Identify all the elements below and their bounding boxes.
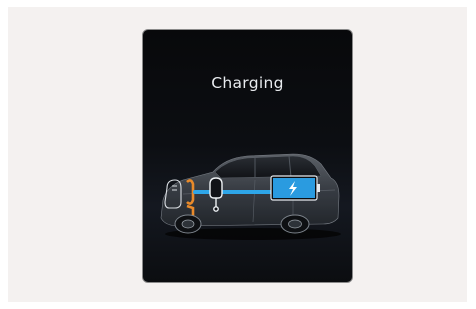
battery-icon: [270, 175, 320, 201]
charge-flow-line: [193, 190, 275, 194]
car-icon: [160, 153, 341, 240]
charging-display: Charging: [142, 29, 353, 283]
screen-title: Charging: [211, 74, 284, 92]
